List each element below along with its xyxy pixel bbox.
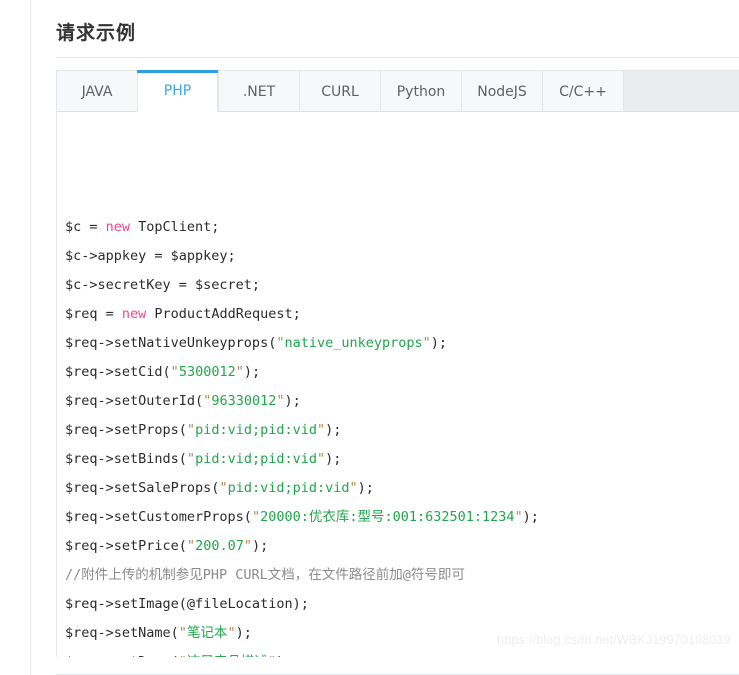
code-token-quote: ": [186, 422, 196, 438]
code-sample-tabs-wrapper: JAVA PHP .NET CURL Python NodeJS C/C++: [56, 70, 739, 112]
code-token-plain: $req->setOuterId(: [65, 393, 204, 409]
code-token-plain: $req->setPrice(: [65, 538, 187, 554]
code-token-plain: );: [325, 451, 342, 467]
page-root: 请求示例 JAVA PHP .NET CURL Python NodeJS C/C++ $c…: [0, 0, 739, 675]
code-token-quote: ": [178, 625, 187, 641]
code-token-str: 这是产品描述: [187, 654, 268, 657]
tab-nodejs[interactable]: NodeJS: [461, 70, 542, 112]
code-token-quote: ": [186, 451, 196, 467]
code-token-plain: );: [325, 422, 342, 438]
code-token-quote: ": [316, 422, 326, 438]
code-token-quote: ": [235, 364, 244, 380]
code-line: $req->setPrice("200.07");: [65, 532, 739, 561]
code-line: $req->setNativeUnkeyprops( "native_unkeyp…: [65, 329, 739, 358]
code-token-quote: ": [268, 654, 276, 657]
code-line: $c = new TopClient;: [65, 213, 739, 242]
code-line: $req->setImage(@fileLocation);: [65, 590, 739, 619]
code-token-plain: $req->setCustomerProps(: [65, 509, 252, 525]
tab-curl[interactable]: CURL: [299, 70, 380, 112]
code-line: //附件上传的机制参见PHP CURL文档，在文件路径前加@符号即可: [65, 561, 739, 590]
tab-java[interactable]: JAVA: [56, 70, 137, 112]
code-token-str: 笔记本: [186, 625, 228, 641]
code-token-plain: $req->setDesc(: [65, 654, 179, 657]
code-token-comment: //附件上传的机制参见PHP CURL文档，在文件路径前加@符号即可: [65, 567, 465, 583]
code-sample-panel: $c = new TopClient; $c->appkey = $appkey;…: [56, 112, 739, 657]
code-token-plain: $req->setProps(: [65, 422, 187, 438]
code-token-plain: );: [243, 364, 261, 380]
code-line: $req->setName("笔记本");: [65, 619, 739, 648]
title-divider: [56, 57, 739, 58]
code-token-quote: ": [179, 654, 187, 657]
code-token-plain: $c->secretKey = $secret;: [65, 277, 261, 293]
code-token-plain: );: [284, 393, 301, 409]
code-token-str: pid:vid;pid:vid: [195, 451, 317, 467]
content-container: 请求示例 JAVA PHP .NET CURL Python NodeJS C/C++ $c…: [31, 0, 739, 675]
code-token-plain: $req->setCid(: [65, 364, 171, 380]
tab-php[interactable]: PHP: [137, 70, 218, 112]
code-line: $req->setSaleProps("pid:vid;pid:vid");: [65, 474, 739, 503]
code-line: $req->setCid("5300012");: [65, 358, 739, 387]
code-token-plain: );: [276, 654, 292, 657]
code-token-quote: ": [219, 480, 228, 496]
code-token-plain: );: [251, 538, 269, 554]
tab-bar-filler: [623, 70, 739, 112]
code-token-quote: ": [227, 625, 236, 641]
code-token-str: native_unkeyprops: [284, 335, 423, 351]
code-token-quote: ": [514, 509, 523, 525]
code-token-quote: ": [170, 364, 179, 380]
code-token-quote: ": [186, 538, 196, 554]
code-token-plain: );: [357, 480, 374, 496]
code-token-quote: ": [422, 335, 431, 351]
code-token-str: 200.07: [195, 538, 244, 554]
code-line: $req->setOuterId("96330012");: [65, 387, 739, 416]
tab-c-c[interactable]: C/C++: [542, 70, 623, 112]
code-token-quote: ": [251, 509, 261, 525]
code-token-str: pid:vid;pid:vid: [195, 422, 317, 438]
code-token-plain: $req->setBinds(: [65, 451, 187, 467]
tab-python[interactable]: Python: [380, 70, 461, 112]
code-token-plain: $req->setSaleProps(: [65, 480, 220, 496]
code-line: $req->setDesc("这是产品描述");: [65, 648, 739, 657]
code-line: $c->secretKey = $secret;: [65, 271, 739, 300]
code-token-plain: $req->setImage(@fileLocation);: [65, 596, 309, 612]
code-token-str: 5300012: [178, 364, 236, 380]
page-title: 请求示例: [56, 22, 137, 44]
code-token-plain: $c->appkey = $appkey;: [65, 248, 236, 264]
code-token-str: pid:vid;pid:vid: [227, 480, 350, 496]
code-token-plain: ProductAddRequest;: [146, 306, 301, 322]
code-line: $req->setProps("pid:vid;pid:vid");: [65, 416, 739, 445]
code-block[interactable]: $c = new TopClient; $c->appkey = $appkey;…: [65, 126, 739, 657]
code-token-quote: ": [243, 538, 252, 554]
code-token-quote: ": [349, 480, 358, 496]
code-token-plain: );: [522, 509, 539, 525]
tab-net[interactable]: .NET: [218, 70, 299, 112]
code-line: $req->setCustomerProps("20000:优衣库:型号:001…: [65, 503, 739, 532]
code-token-plain: $req->setNativeUnkeyprops(: [65, 335, 277, 351]
code-token-quote: ": [316, 451, 326, 467]
code-line: $c->appkey = $appkey;: [65, 242, 739, 271]
code-token-plain: $req =: [65, 306, 122, 322]
code-line: $req->setBinds("pid:vid;pid:vid");: [65, 445, 739, 474]
code-token-plain: );: [235, 625, 252, 641]
code-line: $req = new ProductAddRequest;: [65, 300, 739, 329]
code-token-plain: TopClient;: [130, 219, 220, 235]
tab-bar: JAVA PHP .NET CURL Python NodeJS C/C++: [56, 70, 739, 112]
code-token-str: 96330012: [211, 393, 277, 409]
code-token-plain: );: [430, 335, 448, 351]
code-token-kw: new: [121, 306, 147, 322]
code-token-str: 20000:优衣库:型号:001:632501:1234: [260, 509, 515, 525]
code-token-plain: $c =: [65, 219, 106, 235]
code-token-kw: new: [105, 219, 131, 235]
code-token-plain: $req->setName(: [65, 625, 179, 641]
